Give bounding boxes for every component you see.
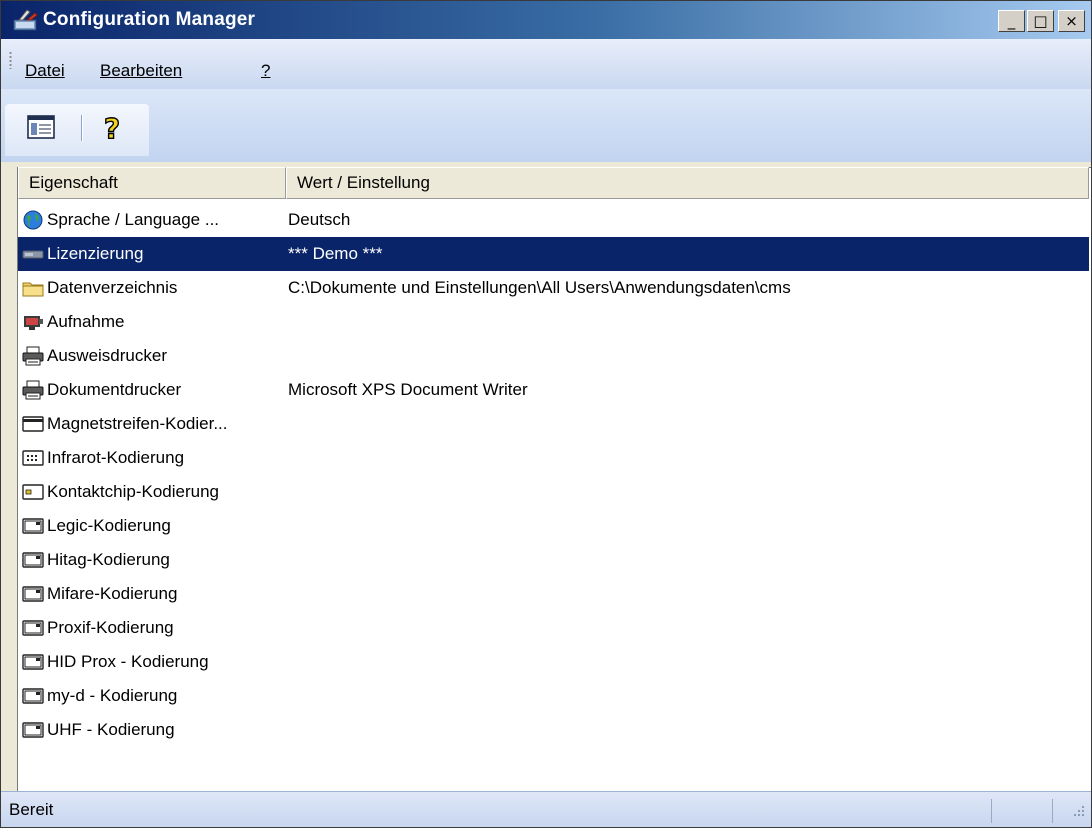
rfid-card-icon <box>22 686 44 706</box>
list-item-value: *** Demo *** <box>288 244 383 263</box>
rfid-card-icon <box>22 516 44 536</box>
list-item-label: Datenverzeichnis <box>47 278 178 297</box>
list-item-label: Kontaktchip-Kodierung <box>47 482 220 501</box>
list-item-value: C:\Dokumente und Einstellungen\All Users… <box>288 278 791 297</box>
list-item[interactable]: Magnetstreifen-Kodier... <box>18 407 1089 441</box>
properties-icon <box>27 115 55 139</box>
help-button[interactable]: ? <box>95 111 129 145</box>
globe-icon <box>22 210 44 230</box>
menu-datei[interactable]: Datei <box>25 61 65 81</box>
menu-bearbeiten[interactable]: Bearbeiten <box>100 61 182 81</box>
list-item[interactable]: Kontaktchip-Kodierung <box>18 475 1089 509</box>
list-item[interactable]: Dokumentdrucker Microsoft XPS Document Wr… <box>18 373 1089 407</box>
menubar-grip-handle[interactable] <box>9 51 12 69</box>
list-item[interactable]: UHF - Kodierung <box>18 713 1089 747</box>
printer-icon <box>22 380 44 400</box>
list-item[interactable]: Datenverzeichnis C:\Dokumente und Einstel… <box>18 271 1089 305</box>
properties-button[interactable] <box>25 111 59 145</box>
resize-grip-icon[interactable] <box>1067 801 1087 821</box>
svg-text:?: ? <box>104 112 120 145</box>
infrared-card-icon <box>22 448 44 468</box>
menu-help[interactable]: ? <box>261 61 270 81</box>
license-key-icon <box>22 244 44 264</box>
help-icon: ? <box>103 111 121 145</box>
list-item-label: Infrarot-Kodierung <box>47 448 185 467</box>
folder-icon <box>22 278 44 298</box>
list-item[interactable]: my-d - Kodierung <box>18 679 1089 713</box>
list-item-value: Deutsch <box>288 210 351 229</box>
rfid-card-icon <box>22 720 44 740</box>
list-item-label: Lizenzierung <box>47 244 144 263</box>
list-item[interactable]: Lizenzierung *** Demo *** <box>18 237 1089 271</box>
rfid-card-icon <box>22 550 44 570</box>
list-item-label: Legic-Kodierung <box>47 516 171 535</box>
window-title: Configuration Manager <box>43 9 256 30</box>
close-button[interactable]: × <box>1058 10 1085 32</box>
list-item-label: Aufnahme <box>47 312 125 331</box>
list-item-label: Magnetstreifen-Kodier... <box>47 414 228 433</box>
chip-card-icon <box>22 482 44 502</box>
list-item-value: Microsoft XPS Document Writer <box>288 380 528 399</box>
list-item-label: my-d - Kodierung <box>47 686 178 705</box>
status-bar <box>1 791 1091 827</box>
camera-icon <box>22 312 44 332</box>
rfid-card-icon <box>22 584 44 604</box>
column-header-value[interactable]: Wert / Einstellung <box>286 167 1089 199</box>
list-item[interactable]: HID Prox - Kodierung <box>18 645 1089 679</box>
list-item[interactable]: Hitag-Kodierung <box>18 543 1089 577</box>
list-item-label: Hitag-Kodierung <box>47 550 170 569</box>
magstripe-card-icon <box>22 414 44 434</box>
printer-icon <box>22 346 44 366</box>
list-item[interactable]: Proxif-Kodierung <box>18 611 1089 645</box>
list-item[interactable]: Mifare-Kodierung <box>18 577 1089 611</box>
list-item-label: Mifare-Kodierung <box>47 584 178 603</box>
list-item[interactable]: Sprache / Language ... Deutsch <box>18 203 1089 237</box>
toolbar-separator <box>81 115 83 141</box>
list-item-label: Dokumentdrucker <box>47 380 182 399</box>
status-pane <box>991 799 1053 823</box>
list-item[interactable]: Aufnahme <box>18 305 1089 339</box>
list-item-label: UHF - Kodierung <box>47 720 175 739</box>
minimize-button[interactable]: _ <box>998 10 1025 32</box>
status-text: Bereit <box>9 800 54 819</box>
rfid-card-icon <box>22 618 44 638</box>
maximize-button[interactable]: □ <box>1027 10 1054 32</box>
list-item[interactable]: Ausweisdrucker <box>18 339 1089 373</box>
configuration-tools-icon <box>13 9 38 31</box>
rfid-card-icon <box>22 652 44 672</box>
list-item-label: Sprache / Language ... <box>47 210 220 229</box>
list-item-label: Proxif-Kodierung <box>47 618 174 637</box>
list-item-label: Ausweisdrucker <box>47 346 167 365</box>
list-item[interactable]: Legic-Kodierung <box>18 509 1089 543</box>
column-header-property[interactable]: Eigenschaft <box>18 167 286 199</box>
list-item[interactable]: Infrarot-Kodierung <box>18 441 1089 475</box>
app-window: Configuration Manager _ □ × Datei Bearbe… <box>0 0 1092 828</box>
toolbar-area <box>1 89 1091 162</box>
list-item-label: HID Prox - Kodierung <box>47 652 209 671</box>
title-bar[interactable]: Configuration Manager <box>1 1 1091 39</box>
